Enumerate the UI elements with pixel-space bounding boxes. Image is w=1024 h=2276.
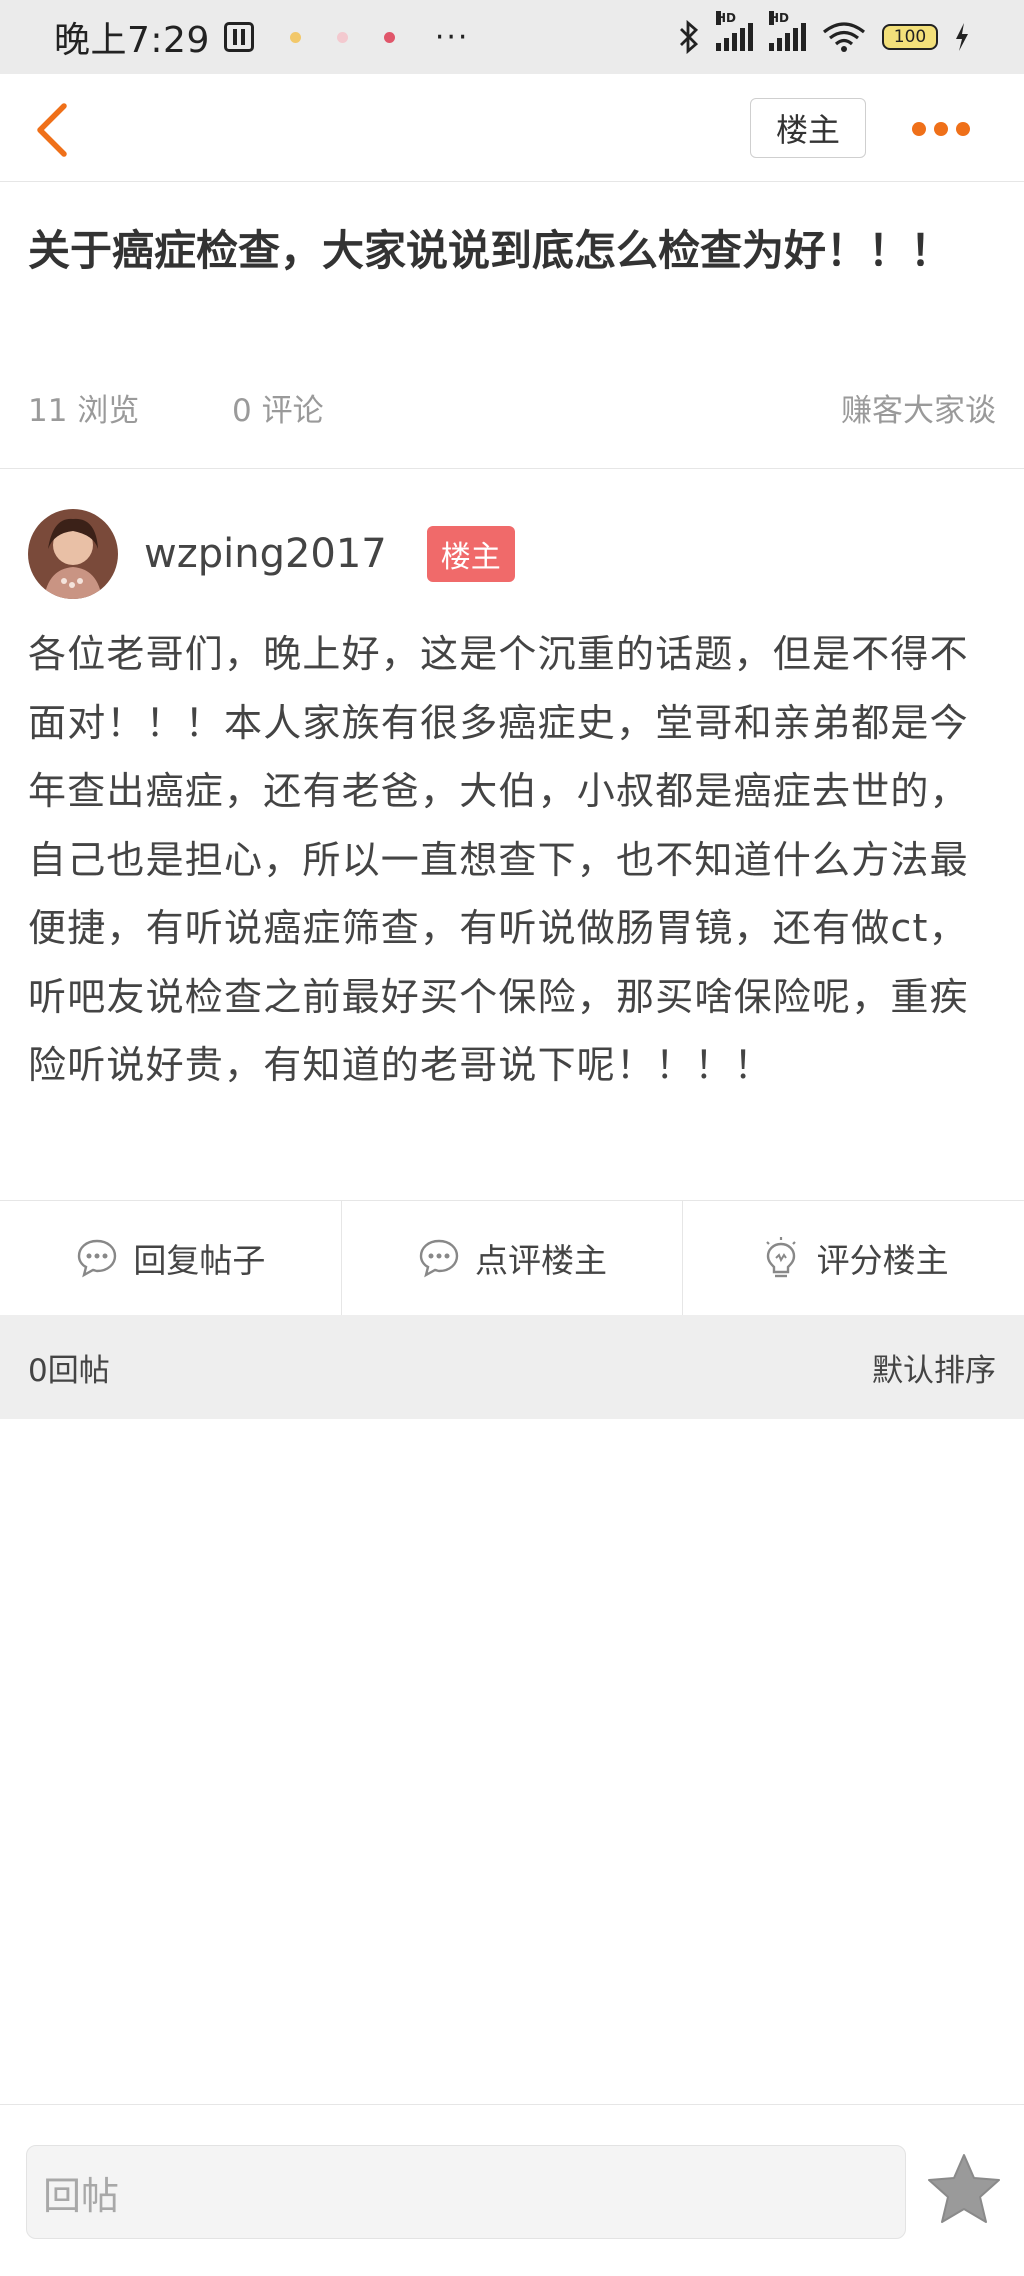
signal-hd-label: HD <box>769 11 790 25</box>
status-more-icon: ··· <box>434 19 470 55</box>
signal-hd-label: HD <box>716 11 737 25</box>
op-only-filter-button[interactable]: 楼主 <box>750 98 866 158</box>
star-icon <box>928 2154 1000 2223</box>
sort-order-button[interactable]: 默认排序 <box>872 1345 996 1390</box>
divider <box>0 468 1024 469</box>
review-op-button[interactable]: 点评楼主 <box>342 1201 684 1315</box>
post-meta: 11 浏览 0 评论 赚客大家谈 <box>28 382 996 432</box>
rate-op-button[interactable]: 评分楼主 <box>683 1201 1024 1315</box>
replies-header: 0回帖 默认排序 <box>0 1315 1024 1419</box>
reply-count: 0回帖 <box>28 1352 110 1389</box>
post-body: 各位老哥们，晚上好，这是个沉重的话题，但是不得不面对！！！本人家族有很多癌症史，… <box>28 632 969 1087</box>
signal-icon: HD <box>769 11 806 51</box>
comment-bubble-icon <box>78 1239 117 1278</box>
view-count: 11 浏览 <box>28 392 140 429</box>
nav-bar: 楼主 <box>0 74 1024 182</box>
author-row: wzping2017 楼主 <box>28 508 515 600</box>
comment-count: 0 评论 <box>232 392 324 429</box>
rate-op-label: 评分楼主 <box>816 1241 949 1280</box>
reply-input[interactable]: 回帖 <box>26 2145 906 2239</box>
author-name[interactable]: wzping2017 <box>144 531 387 577</box>
bluetooth-icon <box>680 20 699 54</box>
post-title: 关于癌症检查，大家说说到底怎么检查为好！！！ <box>28 226 953 275</box>
notification-dot-icon <box>289 31 301 43</box>
battery-icon: 100 <box>882 24 938 50</box>
avatar[interactable] <box>28 509 118 599</box>
reply-post-label: 回复帖子 <box>133 1241 266 1280</box>
notification-dot-icon <box>383 31 395 43</box>
action-bar: 回复帖子 点评楼主 评分楼主 <box>0 1200 1024 1315</box>
signal-icon: HD <box>716 11 753 51</box>
more-dots-icon <box>934 122 948 136</box>
avatar-image <box>28 509 118 599</box>
charging-icon <box>956 23 968 51</box>
more-dots-icon <box>956 122 970 136</box>
wifi-icon <box>823 22 865 52</box>
status-time: 晚上7:29 <box>54 20 210 61</box>
more-options-button[interactable] <box>912 114 976 144</box>
back-button[interactable] <box>30 102 80 158</box>
status-right: HD HD 100 <box>678 11 970 54</box>
review-op-label: 点评楼主 <box>475 1241 607 1280</box>
bottom-bar: 回帖 <box>0 2104 1024 2276</box>
op-badge: 楼主 <box>426 526 515 582</box>
more-dots-icon <box>912 122 926 136</box>
lightbulb-icon <box>765 1237 796 1278</box>
favorite-button[interactable] <box>924 2149 1004 2229</box>
status-bar: 晚上7:29 ··· HD HD 100 <box>0 0 1024 74</box>
forum-source-link[interactable]: 赚客大家谈 <box>841 385 996 430</box>
chevron-left-icon <box>37 103 67 157</box>
reply-post-button[interactable]: 回复帖子 <box>0 1201 342 1315</box>
notification-dot-icon <box>336 31 348 43</box>
status-left: 晚上7:29 ··· <box>54 11 469 63</box>
comment-bubble-icon <box>419 1239 459 1278</box>
nfc-icon <box>223 22 254 52</box>
